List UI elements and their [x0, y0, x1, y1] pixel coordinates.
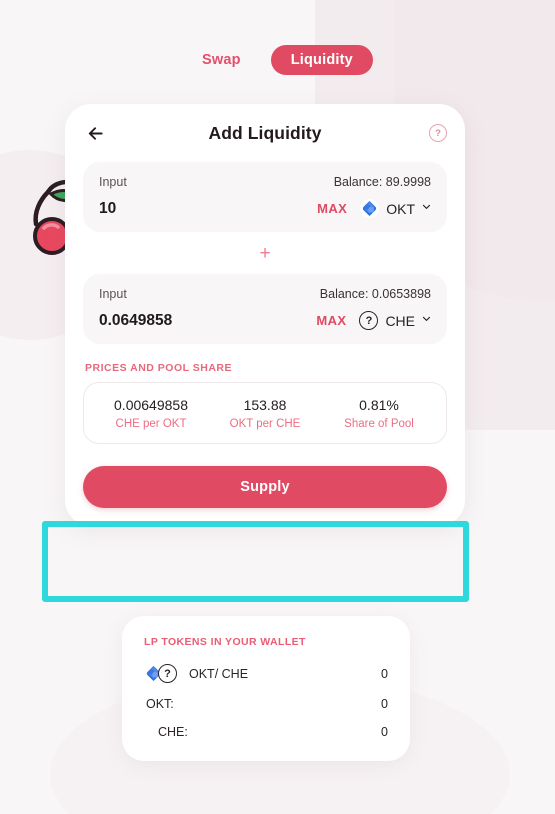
token-selector-che[interactable]: ? CHE: [359, 311, 431, 330]
okt-token-icon: [360, 199, 380, 218]
lp-pair-row: ? OKT/ CHE 0: [144, 664, 388, 683]
max-button-che[interactable]: MAX: [316, 313, 346, 328]
price-value: 0.00649858: [114, 397, 188, 413]
input-panel-okt-body: MAX OKT: [99, 199, 431, 218]
input-panel-che: Input Balance: 0.0653898 MAX ? CHE: [83, 274, 447, 344]
chevron-down-icon: [422, 204, 431, 209]
plus-separator: +: [65, 232, 465, 274]
help-icon[interactable]: ?: [429, 124, 447, 142]
max-button-okt[interactable]: MAX: [317, 201, 347, 216]
prices-and-pool-share-box: 0.00649858 CHE per OKT 153.88 OKT per CH…: [83, 382, 447, 444]
arrow-left-icon: [88, 126, 103, 140]
lp-pair-icons: ?: [144, 664, 177, 683]
balance-label: Balance: 89.9998: [333, 175, 431, 189]
unknown-token-icon: ?: [359, 311, 379, 330]
supply-button-wrap: Supply: [83, 466, 447, 508]
input-label: Input: [99, 287, 127, 301]
chevron-down-icon: [422, 316, 431, 321]
price-caption: Share of Pool: [344, 418, 414, 430]
supply-button[interactable]: Supply: [83, 466, 447, 508]
input-label: Input: [99, 175, 127, 189]
input-panel-che-controls: MAX ? CHE: [316, 311, 431, 330]
input-panel-okt-controls: MAX OKT: [317, 199, 431, 218]
price-column-share-of-pool: 0.81% Share of Pool: [322, 397, 436, 430]
unknown-token-icon: ?: [158, 664, 177, 683]
lp-okt-label: OKT:: [146, 697, 174, 711]
token-name-okt: OKT: [386, 200, 415, 217]
lp-tokens-title: LP TOKENS IN YOUR WALLET: [144, 636, 306, 648]
mode-tabs: Swap Liquidity: [0, 45, 555, 75]
lp-che-row: CHE: 0: [144, 725, 388, 739]
amount-input-okt[interactable]: [99, 199, 289, 218]
token-name-che: CHE: [385, 312, 415, 329]
back-button[interactable]: [83, 121, 107, 145]
price-value: 0.81%: [359, 397, 399, 413]
input-panel-okt: Input Balance: 89.9998 MAX OKT: [83, 162, 447, 232]
balance-label: Balance: 0.0653898: [319, 287, 431, 301]
lp-pair-amount: 0: [381, 666, 388, 681]
lp-che-label: CHE:: [158, 725, 188, 739]
token-selector-okt[interactable]: OKT: [360, 199, 431, 218]
amount-input-che[interactable]: [99, 311, 289, 330]
tab-swap[interactable]: Swap: [182, 45, 261, 75]
lp-okt-row: OKT: 0: [144, 697, 388, 711]
input-panel-okt-header: Input Balance: 89.9998: [99, 175, 431, 189]
price-caption: CHE per OKT: [115, 418, 187, 430]
lp-okt-amount: 0: [381, 697, 388, 711]
lp-pair-left: ? OKT/ CHE: [144, 664, 248, 683]
price-column-okt-per-che: 153.88 OKT per CHE: [208, 397, 322, 430]
input-panel-che-body: MAX ? CHE: [99, 311, 431, 330]
lp-pair-label: OKT/ CHE: [189, 666, 249, 681]
plus-icon: +: [259, 242, 271, 264]
price-value: 153.88: [243, 397, 287, 413]
card-header: Add Liquidity ?: [65, 104, 465, 162]
lp-che-amount: 0: [381, 725, 388, 739]
prices-section-title: PRICES AND POOL SHARE: [85, 362, 233, 374]
add-liquidity-card: Add Liquidity ? Input Balance: 89.9998 M…: [65, 104, 465, 526]
price-caption: OKT per CHE: [229, 418, 301, 430]
input-panel-che-header: Input Balance: 0.0653898: [99, 287, 431, 301]
tab-liquidity[interactable]: Liquidity: [270, 45, 373, 75]
page-title: Add Liquidity: [208, 122, 322, 143]
lp-tokens-card: LP TOKENS IN YOUR WALLET ? OKT/ CHE 0 OK…: [122, 616, 410, 761]
price-column-che-per-okt: 0.00649858 CHE per OKT: [94, 397, 208, 430]
